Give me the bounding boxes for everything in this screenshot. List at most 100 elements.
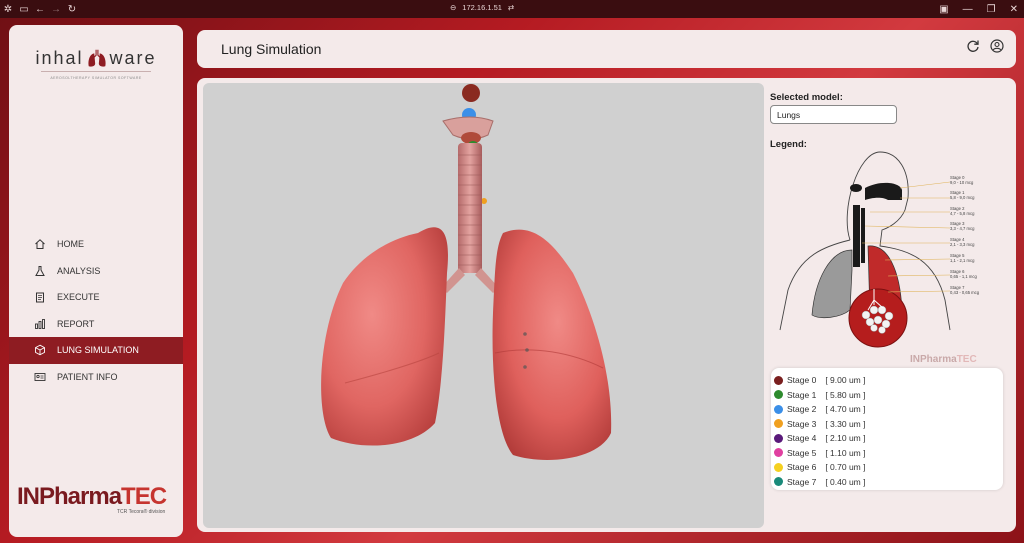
svg-text:2,1 - 3,3 mcg: 2,1 - 3,3 mcg: [950, 242, 975, 247]
legend-stage: Stage 7: [787, 476, 817, 487]
legend-stage: Stage 2: [787, 404, 817, 415]
lung-model-render[interactable]: [203, 83, 764, 528]
legend-color-dot: [774, 404, 783, 414]
page-header: Lung Simulation: [197, 30, 1016, 68]
sidebar: inhal ware AEROSOLTHERAPY SIMULATOR SOFT…: [9, 25, 183, 537]
legend-stage: Stage 6: [787, 462, 817, 473]
legend-row: Stage 1 [ 5.80 um ]: [774, 388, 1003, 403]
brand-left: inhal: [35, 47, 84, 68]
legend-size: [ 9.00 um ]: [825, 375, 866, 386]
sidebar-item-label: HOME: [57, 239, 84, 250]
diagram-stage-3-range: 3,3 - 4,7 mcg: [950, 226, 975, 231]
diagram-stage-2-range: 4,7 - 5,8 mcg: [950, 211, 975, 216]
extensions-icon[interactable]: ✲: [0, 0, 16, 18]
svg-text:0,65 - 1,1 mcg: 0,65 - 1,1 mcg: [950, 274, 977, 279]
flask-icon: [34, 265, 46, 277]
diagram-stage-4-range: 2,1 - 3,3 mcg: [950, 242, 975, 247]
diagram-stage-0-range: 9,0 - 10 mcg: [950, 180, 974, 185]
reading-view-icon[interactable]: ▣: [939, 4, 948, 15]
particle-stage-0: [462, 84, 480, 102]
left-lung[interactable]: [321, 227, 448, 446]
legend-row: Stage 2 [ 4.70 um ]: [774, 402, 1003, 417]
back-icon[interactable]: ←: [32, 0, 48, 18]
svg-text:1,1 - 2,1 mcg: 1,1 - 2,1 mcg: [950, 258, 975, 263]
site-info-icon[interactable]: ⊖: [450, 3, 456, 12]
legend-size: [ 0.40 um ]: [825, 476, 866, 487]
sidebar-item-lung-simulation[interactable]: LUNG SIMULATION: [9, 337, 183, 364]
reload-icon[interactable]: ↻: [64, 0, 80, 18]
legend-color-dot: [774, 390, 783, 400]
browser-toolbar: ✲ ▭ ← → ↻ ⊖ 172.16.1.51 ⇄ ▣ — ❐ ✕: [0, 0, 1024, 18]
diagram-stage-5-range: 1,1 - 2,1 mcg: [950, 258, 975, 263]
legend-color-dot: [774, 375, 783, 385]
svg-text:INPharmaTEC: INPharmaTEC: [910, 354, 977, 365]
cube-icon: [34, 344, 46, 356]
legend-size: [ 0.70 um ]: [825, 462, 866, 473]
bar-chart-icon: [34, 318, 46, 330]
lung-3d-viewport[interactable]: [203, 83, 764, 528]
legend-stage: Stage 3: [787, 418, 817, 429]
vendor-logo: INPharmaTEC TCR Tecora® division: [17, 483, 177, 523]
translate-icon[interactable]: ⇄: [508, 3, 514, 12]
sidebar-item-label: EXECUTE: [57, 292, 100, 303]
legend-label: Legend:: [770, 139, 807, 150]
app-logo: inhal ware AEROSOLTHERAPY SIMULATOR SOFT…: [9, 47, 183, 102]
sidebar-item-label: LUNG SIMULATION: [57, 345, 139, 356]
legend-color-dot: [774, 433, 783, 443]
forward-icon[interactable]: →: [48, 0, 64, 18]
legend-row: Stage 3 [ 3.30 um ]: [774, 417, 1003, 432]
legend-size: [ 4.70 um ]: [825, 404, 866, 415]
legend-stage: Stage 0: [787, 375, 817, 386]
home-icon: [34, 238, 46, 250]
id-card-icon: [34, 371, 46, 383]
user-account-icon[interactable]: [990, 39, 1004, 53]
vendor-name: INPharma: [17, 483, 122, 510]
legend-row: Stage 4 [ 2.10 um ]: [774, 431, 1003, 446]
legend-size: [ 3.30 um ]: [825, 418, 866, 429]
sidebar-item-label: PATIENT INFO: [57, 371, 118, 382]
legend-stage: Stage 5: [787, 447, 817, 458]
sidebar-item-home[interactable]: HOME: [9, 231, 183, 258]
model-info-panel: Selected model: Lungs Legend: Stage 0 9,…: [770, 78, 1010, 532]
page-title: Lung Simulation: [221, 41, 322, 57]
legend-size: [ 2.10 um ]: [825, 433, 866, 444]
diagram-watermark-suffix: TEC: [957, 354, 977, 365]
svg-text:0,43 - 0,65 mcg: 0,43 - 0,65 mcg: [950, 290, 980, 295]
restore-icon[interactable]: ❐: [987, 4, 996, 15]
legend-row: Stage 0 [ 9.00 um ]: [774, 373, 1003, 388]
vendor-division: TCR Tecora® division: [117, 509, 166, 515]
sidebar-item-report[interactable]: REPORT: [9, 311, 183, 338]
sidebar-item-label: ANALYSIS: [57, 265, 101, 276]
url-text: 172.16.1.51: [462, 3, 502, 12]
sidebar-item-patient-info[interactable]: PATIENT INFO: [9, 364, 183, 391]
legend-stage: Stage 1: [787, 389, 817, 400]
svg-text:5,8 - 9,0 mcg: 5,8 - 9,0 mcg: [950, 195, 975, 200]
legend-size: [ 5.80 um ]: [825, 389, 866, 400]
brand-right: ware: [109, 47, 157, 68]
legend-row: Stage 5 [ 1.10 um ]: [774, 446, 1003, 461]
refresh-icon[interactable]: [966, 39, 980, 53]
right-lung[interactable]: [492, 229, 612, 460]
sidebar-item-analysis[interactable]: ANALYSIS: [9, 258, 183, 285]
legend-color-dot: [774, 462, 783, 472]
legend-stage: Stage 4: [787, 433, 817, 444]
selected-model-label: Selected model:: [770, 92, 843, 103]
legend-row: Stage 6 [ 0.70 um ]: [774, 460, 1003, 475]
selected-model-field[interactable]: Lungs: [770, 105, 897, 124]
close-icon[interactable]: ✕: [1010, 4, 1018, 15]
svg-text:4,7 - 5,8 mcg: 4,7 - 5,8 mcg: [950, 211, 975, 216]
sidebar-toggle-icon[interactable]: ▭: [16, 0, 32, 18]
respiratory-tract-diagram: Stage 0 9,0 - 10 mcg Stage 1 5,8 - 9,0 m…: [779, 151, 980, 365]
sidebar-item-label: REPORT: [57, 318, 95, 329]
diagram-stage-1-range: 5,8 - 9,0 mcg: [950, 195, 975, 200]
vendor-suffix: TEC: [121, 483, 167, 510]
legend-color-dot: [774, 448, 783, 458]
diagram-stage-7-range: 0,43 - 0,65 mcg: [950, 290, 980, 295]
particle-legend: Stage 0 [ 9.00 um ] Stage 1 [ 5.80 um ] …: [771, 368, 1003, 490]
address-bar[interactable]: ⊖ 172.16.1.51 ⇄: [450, 3, 514, 12]
lungs-logo-icon: [87, 49, 106, 67]
svg-text:3,3 - 4,7 mcg: 3,3 - 4,7 mcg: [950, 226, 975, 231]
minimize-icon[interactable]: —: [963, 4, 973, 15]
sidebar-item-execute[interactable]: EXECUTE: [9, 284, 183, 311]
legend-color-dot: [774, 419, 783, 429]
